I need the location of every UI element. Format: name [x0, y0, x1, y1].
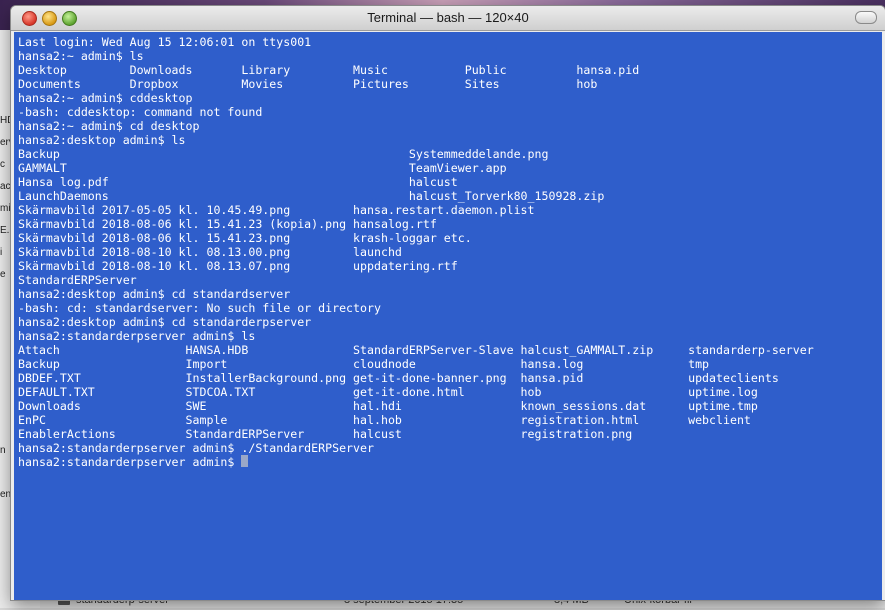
- terminal-line: Skärmavbild 2018-08-06 kl. 15.41.23.png …: [18, 231, 472, 245]
- terminal-line: Downloads SWE hal.hdi known_sessions.dat…: [18, 399, 758, 413]
- terminal-line: hansa2:standarderpserver admin$ ./Standa…: [18, 441, 374, 455]
- terminal-line: Desktop Downloads Library Music Public h…: [18, 63, 640, 77]
- terminal-line: hansa2:desktop admin$ cd standarderpserv…: [18, 315, 312, 329]
- text-cursor: [241, 455, 249, 467]
- terminal-line: hansa2:~ admin$ ls: [18, 49, 144, 63]
- terminal-line: LaunchDaemons halcust_Torverk80_150928.z…: [18, 189, 605, 203]
- terminal-prompt-line: hansa2:standarderpserver admin$: [18, 455, 249, 469]
- terminal-line: DBDEF.TXT InstallerBackground.png get-it…: [18, 371, 779, 385]
- terminal-line: hansa2:desktop admin$ cd standardserver: [18, 287, 291, 301]
- terminal-line: hansa2:desktop admin$ ls: [18, 133, 186, 147]
- terminal-output[interactable]: Last login: Wed Aug 15 12:06:01 on ttys0…: [14, 32, 882, 600]
- terminal-line: Backup Import cloudnode hansa.log tmp: [18, 357, 710, 371]
- terminal-line: -bash: cddesktop: command not found: [18, 105, 263, 119]
- terminal-line: hansa2:~ admin$ cddesktop: [18, 91, 193, 105]
- toolbar-toggle-button[interactable]: [855, 11, 877, 24]
- terminal-line: GAMMALT TeamViewer.app: [18, 161, 507, 175]
- title-bar[interactable]: Terminal — bash — 120×40: [11, 6, 885, 31]
- terminal-line: Skärmavbild 2018-08-06 kl. 15.41.23 (kop…: [18, 217, 437, 231]
- terminal-line: Attach HANSA.HDB StandardERPServer-Slave…: [18, 343, 814, 357]
- terminal-line: -bash: cd: standardserver: No such file …: [18, 301, 381, 315]
- terminal-line: Skärmavbild 2017-05-05 kl. 10.45.49.png …: [18, 203, 535, 217]
- terminal-line: EnablerActions StandardERPServer halcust…: [18, 427, 633, 441]
- terminal-line: Last login: Wed Aug 15 12:06:01 on ttys0…: [18, 35, 312, 49]
- terminal-line: hansa2:standarderpserver admin$ ls: [18, 329, 256, 343]
- terminal-line: StandardERPServer: [18, 273, 137, 287]
- terminal-line: Skärmavbild 2018-08-10 kl. 08.13.00.png …: [18, 245, 402, 259]
- terminal-line: Documents Dropbox Movies Pictures Sites …: [18, 77, 598, 91]
- terminal-line: DEFAULT.TXT STDCOA.TXT get-it-done.html …: [18, 385, 758, 399]
- terminal-window[interactable]: Terminal — bash — 120×40 Last login: Wed…: [11, 6, 885, 600]
- terminal-line: EnPC Sample hal.hob registration.html we…: [18, 413, 751, 427]
- terminal-line: Hansa log.pdf halcust: [18, 175, 458, 189]
- terminal-line: Skärmavbild 2018-08-10 kl. 08.13.07.png …: [18, 259, 458, 273]
- terminal-line: Backup Systemmeddelande.png: [18, 147, 549, 161]
- terminal-line: hansa2:~ admin$ cd desktop: [18, 119, 200, 133]
- window-title: Terminal — bash — 120×40: [367, 10, 529, 25]
- terminal-scrollbar[interactable]: [872, 32, 882, 600]
